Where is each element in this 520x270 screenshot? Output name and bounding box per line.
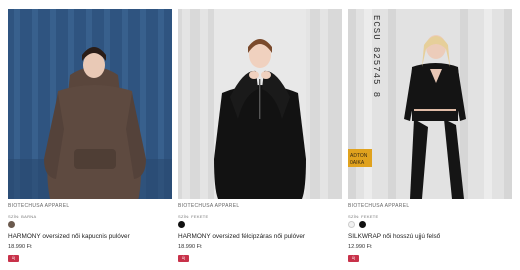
product-color-label: SZÍN: FEKETE	[348, 214, 379, 219]
product-grid: BIOTECHUSA APPAREL SZÍN: BARNA HARMONY o…	[8, 9, 512, 269]
color-swatches	[8, 221, 172, 229]
product-image[interactable]	[8, 9, 172, 199]
color-swatches	[178, 221, 342, 229]
color-swatch-white[interactable]	[348, 221, 355, 228]
product-brand: BIOTECHUSA APPAREL	[348, 203, 410, 209]
product-name[interactable]: HARMONY oversized női kapucnis pulóver	[8, 232, 172, 241]
new-badge: Új	[178, 255, 189, 262]
product-price: 12.990 Ft	[348, 244, 372, 250]
container-sticker-text: ADTON	[350, 153, 368, 159]
product-image[interactable]: ECSU 825745 8 ADTON 0AIKA	[348, 9, 512, 199]
new-badge: Új	[348, 255, 359, 262]
product-name[interactable]: HARMONY oversized félcipzáras női pulóve…	[178, 232, 342, 241]
product-price: 18.990 Ft	[178, 244, 202, 250]
product-card[interactable]: ECSU 825745 8 ADTON 0AIKA BIOTECHUSA APP…	[348, 9, 512, 269]
product-image[interactable]	[178, 9, 342, 199]
new-badge: Új	[8, 255, 19, 262]
color-swatches	[348, 221, 512, 229]
color-swatch-black[interactable]	[178, 221, 185, 228]
container-sticker-text: 0AIKA	[350, 160, 365, 166]
product-card[interactable]: BIOTECHUSA APPAREL SZÍN: FEKETE HARMONY …	[178, 9, 342, 269]
product-brand: BIOTECHUSA APPAREL	[8, 203, 70, 209]
product-card[interactable]: BIOTECHUSA APPAREL SZÍN: BARNA HARMONY o…	[8, 9, 172, 269]
product-brand: BIOTECHUSA APPAREL	[178, 203, 240, 209]
color-swatch-brown[interactable]	[8, 221, 15, 228]
product-color-label: SZÍN: BARNA	[8, 214, 37, 219]
product-name[interactable]: SILKWRAP női hosszú ujjú felső	[348, 232, 512, 241]
product-price: 18.990 Ft	[8, 244, 32, 250]
color-swatch-black[interactable]	[359, 221, 366, 228]
container-marking: ECSU 825745 8	[371, 15, 381, 98]
product-color-label: SZÍN: FEKETE	[178, 214, 209, 219]
